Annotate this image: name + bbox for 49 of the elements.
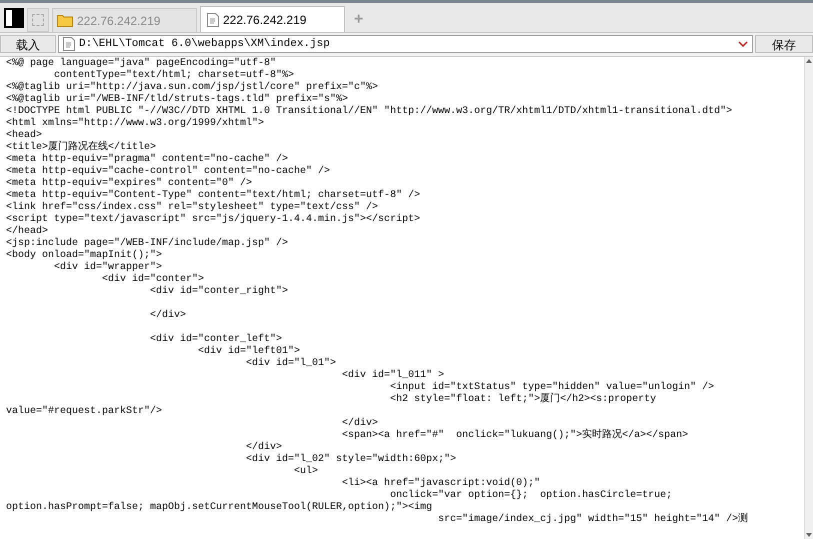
folder-icon: [57, 14, 73, 27]
file-icon: [207, 12, 219, 26]
save-button[interactable]: 保存: [755, 35, 813, 53]
code-line: <input id="txtStatus" type="hidden" value="unlogin" />: [389, 382, 714, 393]
code-line: </head>: [6, 226, 48, 238]
code-line: <head>: [6, 130, 42, 142]
code-line: <span><a href="#" onclick="lukuang();">实时路况</a></span>: [341, 430, 688, 442]
path-field[interactable]: D:\EHL\Tomcat 6.0\webapps\XM\index.jsp: [58, 35, 753, 53]
code-line: <div id="l_02" style="width:60px;">: [245, 454, 456, 466]
code-line: </div>: [341, 418, 378, 430]
code-line: </div>: [245, 442, 282, 454]
code-line: <%@ page language="java" pageEncoding="utf-8": [6, 58, 276, 70]
file-icon: [63, 37, 75, 51]
code-line: <div id="l_01">: [245, 358, 336, 370]
code-line: value="#request.parkStr"/>: [6, 406, 162, 418]
code-line: <div id="l_011" >: [341, 370, 444, 382]
code-line: <%@taglib uri="/WEB-INF/tld/struts-tags.tld" prefix="s"%>: [6, 94, 348, 106]
code-line: <meta http-equiv="Content-Type" content="text/html; charset=utf-8" />: [6, 190, 420, 202]
code-line: <jsp:include page="/WEB-INF/include/map.jsp" />: [6, 238, 288, 250]
tab[interactable]: 222.76.242.219: [200, 6, 345, 32]
scroll-down-icon[interactable]: [806, 533, 812, 537]
code-line: <ul>: [293, 466, 318, 478]
code-line: <html xmlns="http://www.w3.org/1999/xhtml">: [6, 118, 264, 130]
code-line: <div id="conter_right">: [149, 286, 288, 298]
scroll-up-icon[interactable]: [806, 59, 812, 63]
code-line: <script type="text/javascript" src="js/jquery-1.4.4.min.js"></script>: [6, 214, 420, 226]
code-line: <meta http-equiv="expires" content="0" />: [6, 178, 252, 190]
code-line: <div id="conter_left">: [149, 334, 282, 346]
code-line: <link href="css/index.css" rel="stylesheet" type="text/css" />: [6, 202, 378, 214]
code-line: onclick="var option={}; option.hasCircle=true;: [389, 490, 672, 502]
code-line: <title>厦门路况在线</title>: [6, 142, 156, 154]
load-button[interactable]: 载入: [0, 35, 56, 53]
code-line: <div id="wrapper">: [53, 262, 162, 274]
code-line: src="image/index_cj.jpg" width="15" height="14" />测: [437, 514, 748, 526]
code-line: <meta http-equiv="pragma" content="no-cache" />: [6, 154, 288, 166]
code-line: <h2 style="float: left;">厦门</h2><s:property: [389, 394, 656, 406]
dropdown-caret-icon[interactable]: [738, 41, 748, 47]
code-line: <meta http-equiv="cache-control" content="no-cache" />: [6, 166, 330, 178]
code-line: <body onload="mapInit();">: [6, 250, 162, 262]
code-line: <!DOCTYPE html PUBLIC "-//W3C//DTD XHTML 1.0 Transitional//EN" "http://www.w3.org/TR/xhtml1/DTD/xhtml1-transitional.dtd">: [6, 106, 732, 118]
code-line: <div id="conter">: [101, 274, 204, 286]
code-line: <li><a href="javascript:void(0);": [341, 478, 540, 490]
code-line: <div id="left01">: [197, 346, 300, 358]
code-line: contentType="text/html; charset=utf-8"%>: [53, 70, 294, 82]
code-line: option.hasPrompt=false; mapObj.setCurrentMouseTool(RULER,option);"><img: [6, 502, 432, 514]
code-line: <%@taglib uri="http://java.sun.com/jsp/jstl/core" prefix="c"%>: [6, 82, 378, 94]
scrollbar[interactable]: [804, 57, 813, 539]
panel-toggle-icon[interactable]: [4, 8, 24, 28]
code-line: </div>: [149, 310, 186, 322]
